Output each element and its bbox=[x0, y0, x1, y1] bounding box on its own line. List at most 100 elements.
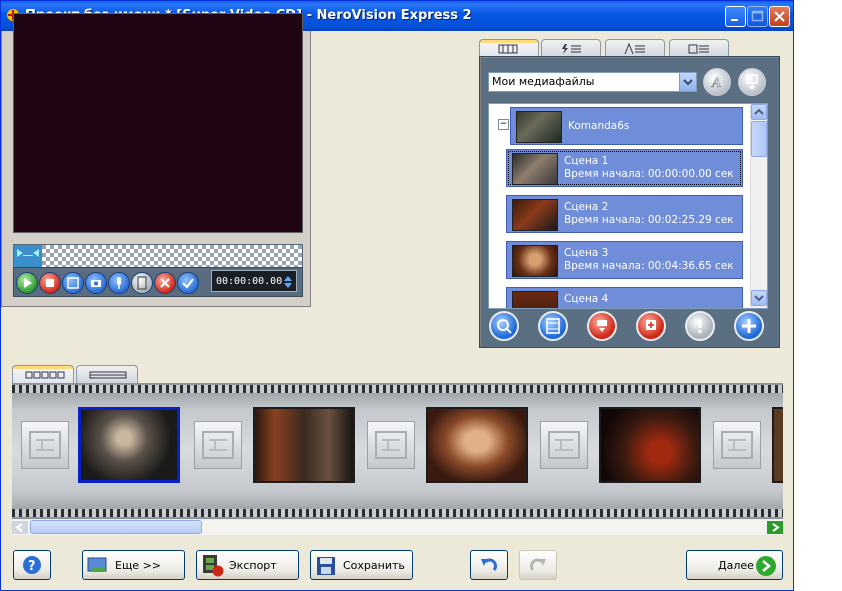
marker-triangles-icon bbox=[17, 249, 39, 257]
dropdown-arrow-icon[interactable] bbox=[679, 73, 696, 91]
scroll-up-icon[interactable] bbox=[751, 104, 767, 120]
add-scene-button[interactable] bbox=[587, 311, 617, 341]
timeline-position-marker[interactable] bbox=[14, 245, 42, 267]
next-label: Далее bbox=[718, 559, 754, 572]
stop-icon bbox=[46, 279, 54, 287]
timecode-field[interactable]: 00:00:00.00 bbox=[211, 270, 297, 292]
collapse-folder-icon[interactable]: − bbox=[498, 119, 509, 130]
transition-placeholder-icon bbox=[202, 431, 234, 459]
media-folder[interactable]: Komanda6s bbox=[510, 107, 743, 145]
next-button[interactable]: Далее bbox=[686, 550, 783, 580]
storyboard-scene[interactable] bbox=[426, 407, 528, 483]
undo-button[interactable] bbox=[470, 550, 508, 580]
media-source-dropdown[interactable]: Мои медиафайлы bbox=[488, 72, 697, 92]
storyboard-scene[interactable] bbox=[599, 407, 701, 483]
play-media-button[interactable] bbox=[489, 311, 519, 341]
redo-button[interactable] bbox=[519, 550, 557, 580]
camera-icon bbox=[91, 280, 101, 287]
remove-scene-button[interactable] bbox=[636, 311, 666, 341]
auto-detect-scenes-button[interactable]: A bbox=[703, 68, 731, 96]
close-button[interactable] bbox=[769, 6, 790, 27]
transition-placeholder-icon bbox=[375, 431, 407, 459]
split-button[interactable] bbox=[131, 272, 153, 294]
record-audio-button[interactable] bbox=[108, 272, 130, 294]
list-item[interactable]: Сцена 3 Время начала: 00:04:36.65 сек bbox=[506, 241, 743, 279]
save-button[interactable]: Сохранить bbox=[310, 550, 413, 580]
info-button[interactable] bbox=[685, 311, 715, 341]
close-icon bbox=[774, 11, 785, 22]
filmstrip-tab-icon bbox=[498, 44, 518, 54]
storyboard-scrollbar[interactable] bbox=[12, 520, 783, 535]
more-label: Еще >> bbox=[115, 559, 162, 572]
redo-icon bbox=[530, 558, 546, 571]
microphone-icon bbox=[117, 277, 121, 289]
transition-placeholder-icon bbox=[548, 431, 580, 459]
tab-timeline[interactable] bbox=[76, 365, 138, 383]
list-item[interactable]: Сцена 4 bbox=[506, 287, 743, 308]
scene-text: Сцена 2 Время начала: 00:02:25.29 сек bbox=[564, 201, 734, 227]
scene-title: Сцена 1 bbox=[564, 155, 609, 167]
scrollbar-thumb[interactable] bbox=[751, 121, 767, 157]
add-button[interactable] bbox=[734, 311, 764, 341]
preview-panel: 00:00:00.00 bbox=[1, 1, 311, 307]
storyboard-filmstrip bbox=[12, 383, 783, 519]
storyboard-scene[interactable] bbox=[78, 407, 180, 483]
menu-list-icon bbox=[688, 44, 709, 54]
transition-slot[interactable] bbox=[540, 421, 588, 469]
fullscreen-button[interactable] bbox=[62, 272, 84, 294]
transition-slot[interactable] bbox=[367, 421, 415, 469]
tab-storyboard[interactable] bbox=[12, 365, 74, 383]
media-list: − Komanda6s Сцена 1 Время начала: 00:00:… bbox=[488, 103, 768, 309]
export-button[interactable]: Экспорт bbox=[196, 550, 299, 580]
stop-button[interactable] bbox=[39, 272, 61, 294]
list-item[interactable]: Сцена 2 Время начала: 00:02:25.29 сек bbox=[506, 195, 743, 233]
more-button[interactable]: Еще >> bbox=[82, 550, 185, 580]
maximize-button[interactable] bbox=[747, 6, 768, 27]
scene-thumbnail bbox=[512, 291, 558, 308]
maximize-icon bbox=[751, 10, 764, 22]
scene-title: Сцена 2 bbox=[564, 201, 609, 213]
help-icon: ? bbox=[23, 556, 41, 574]
letter-a-icon: A bbox=[711, 76, 722, 92]
minimize-icon bbox=[731, 19, 738, 21]
svg-text:?: ? bbox=[28, 559, 36, 574]
storyboard-scene[interactable] bbox=[772, 407, 783, 483]
transition-placeholder-icon bbox=[721, 431, 753, 459]
scene-image bbox=[601, 409, 699, 481]
preview-timeline[interactable] bbox=[13, 244, 303, 268]
scroll-right-icon[interactable] bbox=[767, 521, 783, 534]
timecode-value: 00:00:00.00 bbox=[216, 276, 283, 287]
scene-image bbox=[774, 409, 783, 481]
film-perforation bbox=[12, 385, 783, 393]
apply-button[interactable] bbox=[177, 272, 199, 294]
floppy-disk-icon bbox=[317, 557, 335, 575]
storyboard-scene[interactable] bbox=[253, 407, 355, 483]
import-button[interactable] bbox=[738, 68, 766, 96]
transition-slot[interactable] bbox=[21, 421, 69, 469]
play-button[interactable] bbox=[16, 272, 38, 294]
transition-placeholder-icon bbox=[29, 431, 61, 459]
scene-image bbox=[81, 410, 177, 480]
remove-down-icon bbox=[646, 320, 656, 330]
media-list-scrollbar[interactable] bbox=[750, 104, 767, 308]
filmstrip-button[interactable] bbox=[538, 311, 568, 341]
minimize-button[interactable] bbox=[725, 6, 746, 27]
help-button[interactable]: ? bbox=[13, 550, 51, 580]
plus-icon bbox=[742, 319, 756, 333]
media-panel: Мои медиафайлы A − Komanda6s Сцена 1 Вре… bbox=[479, 56, 780, 348]
list-item[interactable]: Сцена 1 Время начала: 00:00:00.00 сек bbox=[506, 149, 743, 187]
playback-controls: 00:00:00.00 bbox=[13, 267, 303, 297]
app-window: Проект без имени * [Super Video CD] - Ne… bbox=[0, 0, 794, 591]
video-preview-screen bbox=[13, 13, 303, 233]
scene-start-time: Время начала: 00:04:36.65 сек bbox=[564, 260, 734, 272]
cut-button[interactable] bbox=[154, 272, 176, 294]
timecode-spinner-icon[interactable] bbox=[283, 274, 293, 290]
transition-slot[interactable] bbox=[713, 421, 761, 469]
scene-text: Сцена 1 Время начала: 00:00:00.00 сек bbox=[564, 155, 734, 181]
scrollbar-thumb[interactable] bbox=[30, 520, 202, 534]
scroll-left-icon[interactable] bbox=[12, 521, 28, 534]
snapshot-button[interactable] bbox=[85, 272, 107, 294]
scene-title: Сцена 4 bbox=[564, 293, 609, 305]
scroll-down-icon[interactable] bbox=[751, 290, 767, 306]
transition-slot[interactable] bbox=[194, 421, 242, 469]
